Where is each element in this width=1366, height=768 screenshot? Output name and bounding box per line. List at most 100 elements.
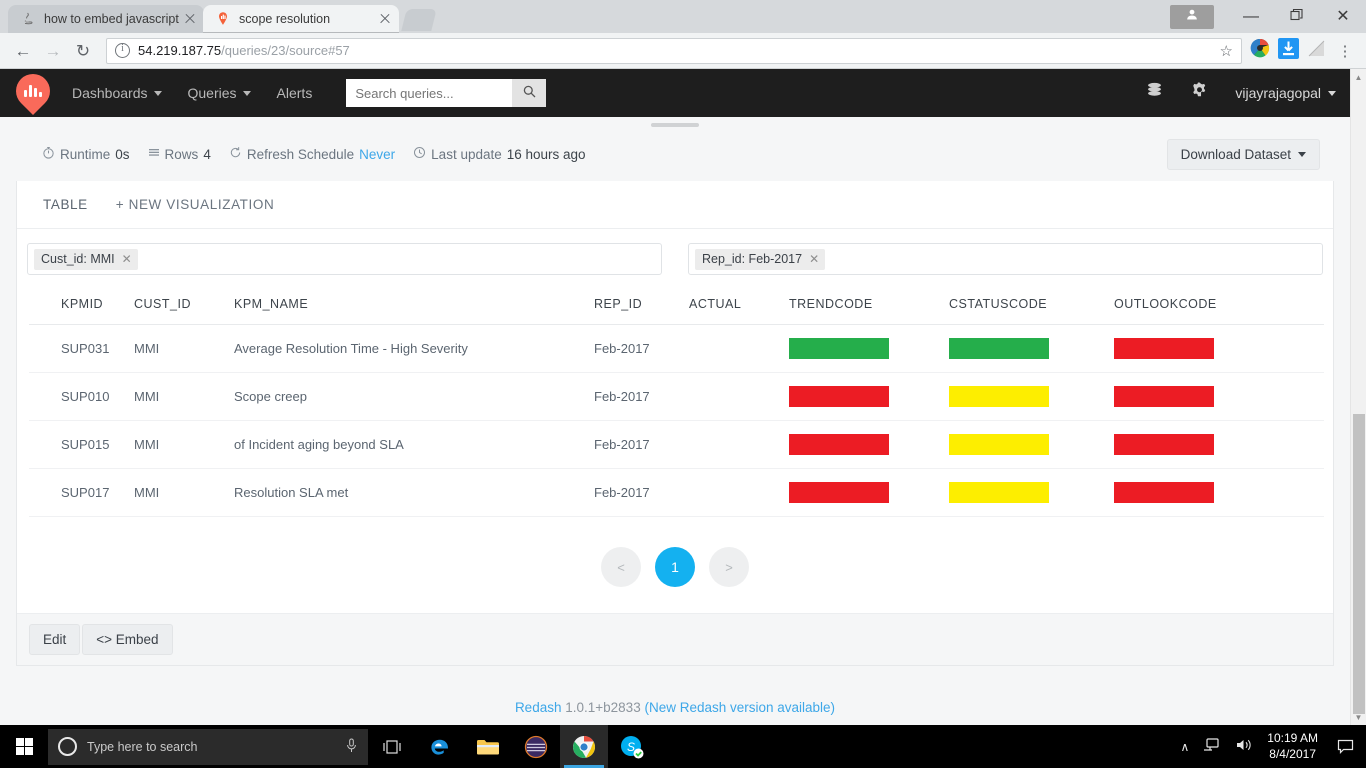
rows-icon: [148, 147, 160, 162]
search-input[interactable]: [346, 79, 513, 107]
gear-icon[interactable]: [1190, 81, 1209, 105]
download-dataset-button[interactable]: Download Dataset: [1166, 138, 1320, 170]
address-bar[interactable]: 54.219.187.75/queries/23/source#57 ☆: [106, 37, 1242, 64]
tab-table[interactable]: TABLE: [29, 197, 102, 212]
notification-icon[interactable]: [1332, 739, 1358, 754]
tab-new-visualization[interactable]: + NEW VISUALIZATION: [102, 197, 289, 212]
back-button[interactable]: ←: [8, 36, 38, 66]
user-menu-label: vijayrajagopal: [1235, 85, 1321, 101]
person-icon: [1185, 7, 1199, 26]
task-view-icon[interactable]: [368, 725, 416, 768]
taskbar-search[interactable]: Type here to search: [48, 728, 368, 765]
cell-actual: [689, 468, 789, 517]
col-kpm-name[interactable]: KPM_NAME: [234, 285, 594, 325]
cell-kpmid: SUP015: [29, 420, 134, 469]
col-cstatuscode[interactable]: CSTATUSCODE: [949, 285, 1114, 325]
browser-tab-1[interactable]: how to embed javascript: [8, 5, 204, 33]
chrome-icon[interactable]: [560, 725, 608, 768]
file-explorer-icon[interactable]: [464, 725, 512, 768]
taskbar-clock[interactable]: 10:19 AM 8/4/2017: [1267, 731, 1318, 762]
taskbar-time: 10:19 AM: [1267, 730, 1318, 745]
scroll-down-arrow-icon[interactable]: ▼: [1351, 709, 1366, 725]
close-icon[interactable]: ✕: [809, 252, 819, 266]
browser-tab-2-title: scope resolution: [239, 12, 331, 26]
close-icon[interactable]: ✕: [122, 252, 132, 266]
taskbar-date: 8/4/2017: [1269, 746, 1316, 761]
site-info-icon[interactable]: [115, 43, 130, 58]
new-tab-button[interactable]: [401, 9, 437, 31]
close-icon[interactable]: [377, 11, 393, 27]
filter-rep-id[interactable]: Rep_id: Feb-2017 ✕: [688, 243, 1323, 275]
pagination-page-1[interactable]: 1: [655, 547, 695, 587]
network-icon[interactable]: [1203, 737, 1221, 756]
purple-app-icon[interactable]: [512, 725, 560, 768]
microphone-icon[interactable]: [345, 738, 358, 756]
nav-queries-label: Queries: [187, 85, 237, 101]
maximize-button[interactable]: [1274, 0, 1320, 33]
chevron-down-icon: [1328, 90, 1336, 96]
page-scrollbar[interactable]: ▲ ▼: [1350, 69, 1366, 725]
col-outlookcode[interactable]: OUTLOOKCODE: [1114, 285, 1324, 325]
cell-kpm-name: Scope creep: [234, 372, 594, 421]
footer-redash-link[interactable]: Redash: [515, 700, 562, 715]
volume-icon[interactable]: [1235, 737, 1253, 756]
edit-button[interactable]: Edit: [29, 624, 81, 655]
extension-colorwheel-icon[interactable]: [1250, 38, 1276, 64]
windows-logo-icon: [15, 738, 33, 755]
filter-cust-id[interactable]: Cust_id: MMI ✕: [27, 243, 662, 275]
pagination-next[interactable]: >: [709, 547, 749, 587]
nav-dashboards[interactable]: Dashboards: [72, 85, 162, 101]
cell-kpmid: SUP031: [29, 324, 134, 373]
scroll-up-arrow-icon[interactable]: ▲: [1351, 69, 1366, 85]
url-path: /queries/23/source#57: [221, 43, 350, 58]
forward-button[interactable]: →: [38, 36, 68, 66]
meta-runtime-value: 0s: [115, 146, 130, 162]
meta-refresh-schedule[interactable]: Refresh Schedule Never: [229, 146, 395, 162]
meta-refresh-value[interactable]: Never: [359, 147, 395, 162]
col-actual[interactable]: ACTUAL: [689, 285, 789, 325]
pagination: < 1 >: [17, 517, 1333, 613]
status-bar: [789, 338, 889, 359]
status-bar: [1114, 338, 1214, 359]
start-button[interactable]: [0, 725, 48, 768]
user-menu[interactable]: vijayrajagopal: [1235, 85, 1336, 101]
database-icon[interactable]: [1145, 81, 1164, 105]
filter-chip-rep-id-label: Rep_id: Feb-2017: [702, 251, 803, 266]
close-window-button[interactable]: ✕: [1320, 0, 1366, 33]
table-header-row: KPMID CUST_ID KPM_NAME REP_ID ACTUAL TRE…: [29, 285, 1324, 325]
skype-icon[interactable]: S: [608, 725, 656, 768]
bookmark-star-icon[interactable]: ☆: [1220, 42, 1233, 60]
nav-alerts[interactable]: Alerts: [277, 85, 313, 101]
cell-cust-id: MMI: [134, 372, 234, 421]
pagination-prev[interactable]: <: [601, 547, 641, 587]
reload-button[interactable]: ↻: [68, 36, 98, 66]
nav-queries[interactable]: Queries: [188, 85, 251, 101]
download-dataset-wrapper: Download Dataset: [1166, 138, 1320, 170]
browser-menu-button[interactable]: ⋮: [1332, 42, 1358, 60]
url-host: 54.219.187.75: [138, 43, 222, 58]
browser-tab-1-title: how to embed javascript: [44, 12, 179, 26]
results-table-wrapper: KPMID CUST_ID KPM_NAME REP_ID ACTUAL TRE…: [17, 285, 1333, 517]
profile-avatar-button[interactable]: [1170, 4, 1214, 29]
tray-chevron-up-icon[interactable]: ∧: [1181, 740, 1190, 754]
status-bar: [1114, 434, 1214, 455]
col-trendcode[interactable]: TRENDCODE: [789, 285, 949, 325]
search-button[interactable]: [512, 79, 547, 107]
system-tray: ∧ 10:19 AM 8/4/2017: [1181, 731, 1366, 762]
footer-update-link[interactable]: (New Redash version available): [644, 700, 835, 715]
close-icon[interactable]: [182, 11, 198, 27]
col-kpmid[interactable]: KPMID: [29, 285, 134, 325]
status-bar: [789, 386, 889, 407]
filter-chip-cust-id-label: Cust_id: MMI: [41, 251, 115, 266]
col-rep-id[interactable]: REP_ID: [594, 285, 689, 325]
redash-logo-icon[interactable]: [8, 69, 58, 116]
minimize-button[interactable]: —: [1228, 0, 1274, 33]
embed-button[interactable]: <> Embed: [82, 624, 173, 655]
browser-tab-2[interactable]: scope resolution: [203, 5, 399, 33]
col-cust-id[interactable]: CUST_ID: [134, 285, 234, 325]
extension-note-icon[interactable]: [1306, 38, 1332, 64]
scrollbar-thumb[interactable]: [1353, 414, 1365, 714]
extension-download-icon[interactable]: [1278, 37, 1304, 64]
edge-icon[interactable]: [416, 725, 464, 768]
meta-runtime-label: Runtime: [60, 146, 111, 162]
